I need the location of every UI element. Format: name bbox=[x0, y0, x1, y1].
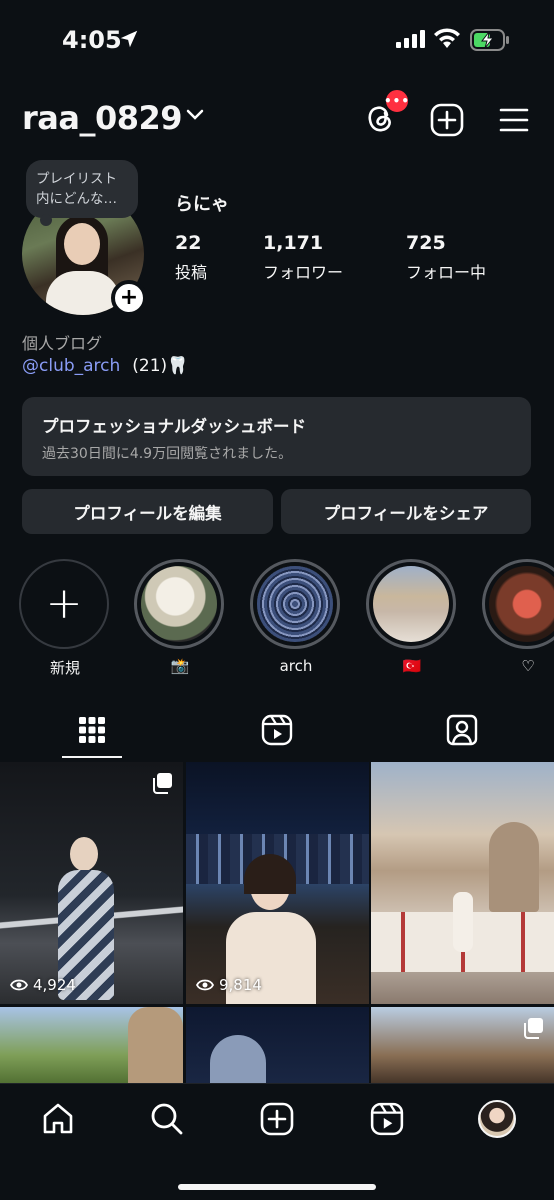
tab-posts-grid[interactable] bbox=[0, 700, 184, 760]
bottom-navigation bbox=[0, 1083, 554, 1200]
nav-search[interactable] bbox=[147, 1099, 187, 1139]
note-bubble[interactable]: プレイリスト内にどんな… bbox=[26, 160, 138, 226]
cellular-signal-icon bbox=[396, 30, 425, 48]
nav-home[interactable] bbox=[38, 1099, 78, 1139]
highlight-item[interactable]: 🇹🇷 bbox=[366, 559, 458, 677]
post-thumbnail[interactable] bbox=[371, 762, 554, 1004]
highlight-label: ♡ bbox=[521, 657, 535, 675]
account-switcher-username[interactable]: raa_0829 bbox=[22, 99, 183, 137]
highlight-label: 📸 bbox=[170, 657, 190, 675]
highlight-label: 新規 bbox=[49, 659, 80, 677]
highlight-cover-image bbox=[141, 566, 217, 642]
search-icon bbox=[151, 1103, 183, 1135]
add-story-plus-icon[interactable]: + bbox=[111, 280, 147, 316]
grid-icon bbox=[79, 717, 105, 743]
active-tab-indicator bbox=[62, 756, 122, 758]
stat-following[interactable]: 725 フォロー中 bbox=[406, 232, 486, 283]
multiple-photos-icon bbox=[153, 773, 172, 794]
threads-notification-badge: ••• bbox=[384, 88, 410, 114]
nav-profile[interactable] bbox=[477, 1099, 517, 1139]
dashboard-subtitle: 過去30日間に4.9万回閲覧されました。 bbox=[42, 446, 293, 462]
status-time: 4:05 bbox=[62, 26, 122, 54]
professional-dashboard-card[interactable]: プロフェッショナルダッシュボード 過去30日間に4.9万回閲覧されました。 bbox=[22, 397, 531, 476]
highlight-cover-image bbox=[489, 566, 554, 642]
highlight-item[interactable]: arch bbox=[250, 559, 342, 677]
create-plus-icon bbox=[260, 1102, 294, 1136]
post-thumbnail[interactable]: 4,924 bbox=[0, 762, 183, 1004]
reels-icon bbox=[261, 714, 293, 746]
highlight-item[interactable]: ♡ bbox=[482, 559, 554, 677]
edit-profile-button[interactable]: プロフィールを編集 bbox=[22, 489, 273, 534]
eye-icon bbox=[10, 979, 28, 991]
bio-mention-link[interactable]: @club_arch bbox=[22, 356, 120, 376]
chevron-down-icon[interactable] bbox=[186, 109, 204, 121]
location-arrow-icon bbox=[120, 30, 138, 48]
post-thumbnail[interactable]: 9,814 bbox=[186, 762, 369, 1004]
stat-posts[interactable]: 22 投稿 bbox=[175, 232, 207, 283]
profile-avatar-small bbox=[478, 1100, 516, 1138]
highlight-label: arch bbox=[279, 657, 313, 675]
share-profile-button[interactable]: プロフィールをシェア bbox=[281, 489, 531, 534]
highlight-label: 🇹🇷 bbox=[402, 657, 422, 675]
bio-text: (21)🦷 bbox=[132, 356, 189, 376]
create-plus-icon[interactable] bbox=[430, 103, 464, 137]
stat-following-count: 725 bbox=[406, 232, 446, 254]
tab-tagged[interactable] bbox=[370, 700, 554, 760]
reels-icon bbox=[370, 1102, 404, 1136]
tagged-person-icon bbox=[446, 714, 478, 746]
home-icon bbox=[43, 1103, 73, 1134]
post-view-count: 9,814 bbox=[196, 976, 262, 994]
post-view-count: 4,924 bbox=[10, 976, 76, 994]
highlight-cover-image bbox=[257, 566, 333, 642]
post-thumbnail[interactable] bbox=[186, 1007, 369, 1087]
post-thumbnail[interactable] bbox=[0, 1007, 183, 1087]
hamburger-menu-icon[interactable] bbox=[498, 105, 530, 135]
multiple-photos-icon bbox=[524, 1018, 543, 1039]
highlight-new-ring: + bbox=[19, 559, 109, 649]
wifi-icon bbox=[434, 28, 460, 48]
post-view-count-value: 9,814 bbox=[219, 976, 262, 994]
stat-posts-count: 22 bbox=[175, 232, 202, 254]
status-bar: 4:05 bbox=[0, 0, 554, 80]
home-indicator bbox=[178, 1184, 376, 1190]
bio-category: 個人ブログ bbox=[22, 334, 103, 353]
dashboard-title: プロフェッショナルダッシュボード bbox=[42, 417, 306, 436]
highlight-item[interactable]: 📸 bbox=[134, 559, 226, 677]
post-thumbnail[interactable] bbox=[371, 1007, 554, 1087]
highlight-new[interactable]: + 新規 bbox=[19, 559, 111, 677]
nav-create[interactable] bbox=[257, 1099, 297, 1139]
stat-posts-label: 投稿 bbox=[175, 263, 208, 282]
profile-header: raa_0829 ••• bbox=[0, 88, 554, 145]
stat-followers-count: 1,171 bbox=[263, 232, 324, 254]
stat-followers[interactable]: 1,171 フォロワー bbox=[263, 232, 343, 283]
bio-line: @club_arch (21)🦷 bbox=[22, 356, 188, 376]
profile-tabs bbox=[0, 700, 554, 760]
stat-followers-label: フォロワー bbox=[263, 263, 344, 282]
nav-reels[interactable] bbox=[367, 1099, 407, 1139]
display-name: らにゃ bbox=[175, 194, 229, 215]
stat-following-label: フォロー中 bbox=[406, 263, 487, 282]
highlight-cover-image bbox=[373, 566, 449, 642]
eye-icon bbox=[196, 979, 214, 991]
battery-charging-icon bbox=[470, 29, 509, 51]
plus-icon: + bbox=[45, 578, 83, 629]
tab-reels[interactable] bbox=[185, 700, 369, 760]
post-view-count-value: 4,924 bbox=[33, 976, 76, 994]
